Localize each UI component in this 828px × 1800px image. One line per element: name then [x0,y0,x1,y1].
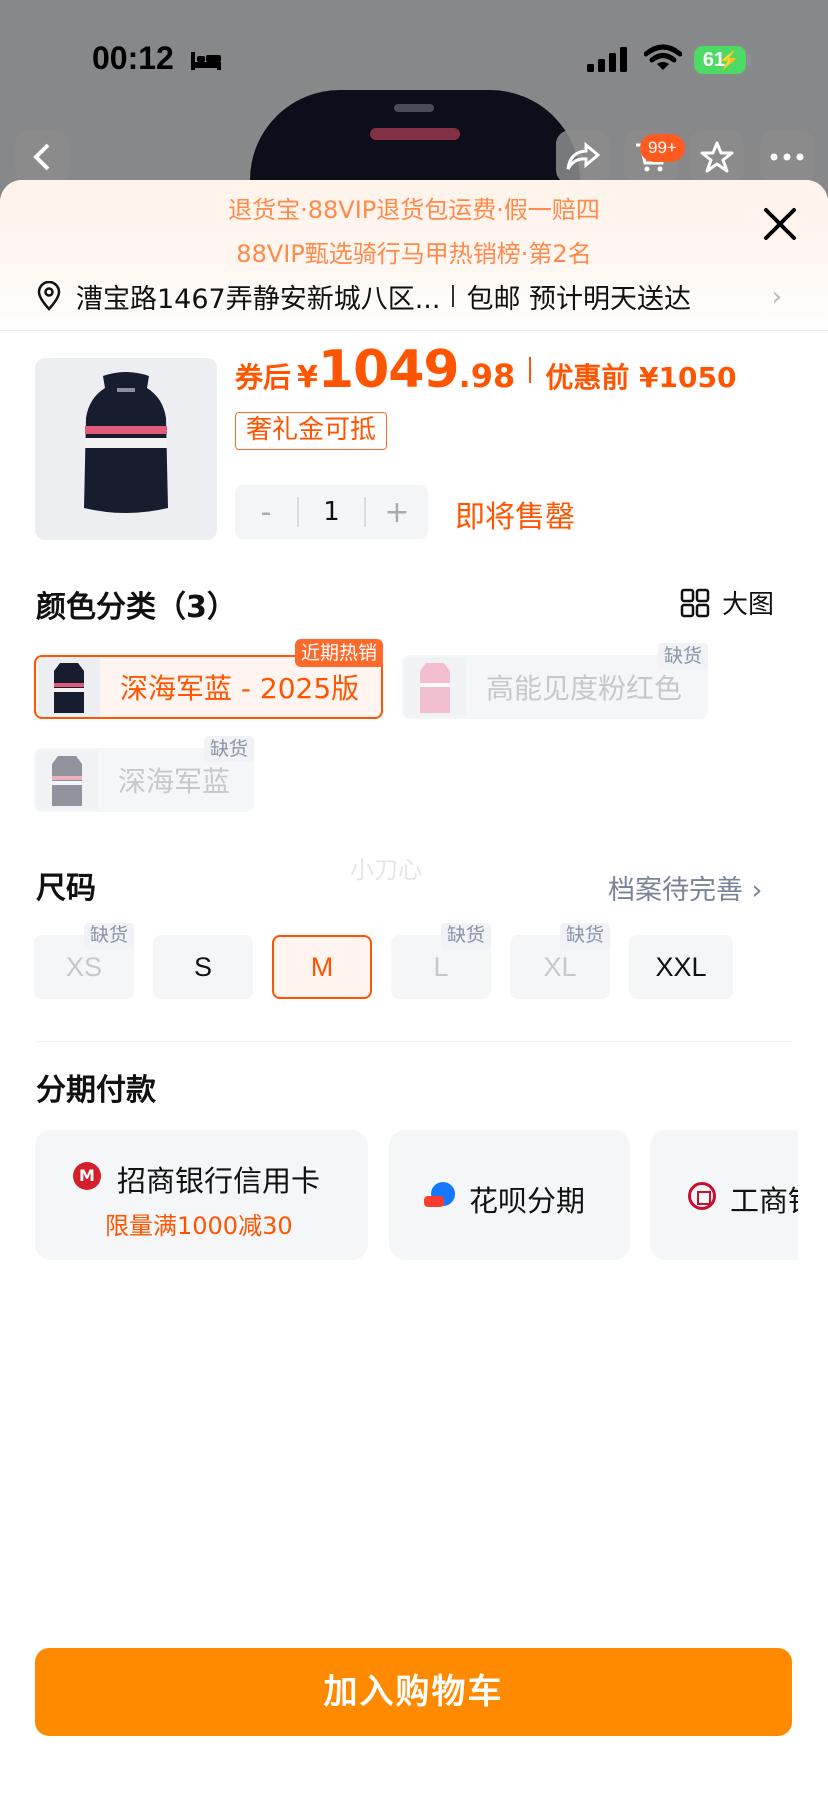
divider [36,1041,792,1042]
price-row: 券后 ¥ 1049 .98 优惠前 ¥1050 [235,340,736,400]
chevron-left-icon [33,143,50,171]
size-option-l[interactable]: L 缺货 [391,923,491,999]
address-separator [452,285,455,307]
color-option[interactable]: 深海军蓝 - 2025版 近期热销 [34,639,383,719]
color-option-thumbnail [404,657,466,717]
ranking-promo-text[interactable]: 88VIP甄选骑行马甲热销榜·第2名 [0,234,828,269]
star-icon [700,141,734,173]
size-option-xxl[interactable]: XXL [629,935,733,999]
delivery-address: 漕宝路1467弄静安新城八区... [76,283,441,315]
battery-tail [747,54,751,66]
size-option-m[interactable]: M [272,935,372,999]
coupon-tag[interactable]: 奢礼金可抵 [235,412,388,450]
price-currency: ¥ [297,360,318,395]
big-image-label: 大图 [722,590,775,620]
installment-option-name: 招商银行信用卡 [117,1164,321,1198]
vest-image [84,372,168,513]
size-section-title: 尺码 [36,871,96,906]
size-option-xs[interactable]: XS 缺货 [34,923,134,999]
price-integer: 1049 [317,340,460,400]
size-label: M [310,952,334,982]
wifi-icon [644,44,682,70]
grid-view-icon [680,588,710,617]
size-label: L [433,952,449,982]
favorite-button[interactable] [690,130,744,184]
location-pin-icon [37,281,61,311]
battery-icon: 61 ⚡ [694,46,746,74]
price-before-discount: 优惠前 ¥1050 [545,361,737,394]
installment-section-title: 分期付款 [36,1073,156,1108]
more-icon [770,153,804,161]
sleep-focus-icon [191,52,221,70]
increase-quantity-button[interactable]: + [366,495,428,530]
cmb-bank-icon: M [73,1162,101,1190]
installment-option-name: 工商银行 [730,1184,798,1218]
big-image-toggle[interactable]: 大图 [680,584,774,621]
out-of-stock-badge: 缺货 [203,736,254,762]
installment-option-icbc[interactable]: 工商银行 [650,1130,798,1260]
selected-product-thumbnail[interactable] [35,358,217,540]
close-icon[interactable] [760,204,800,244]
huabei-icon [424,1182,455,1207]
service-promo-text[interactable]: 退货宝·88VIP退货包运费·假一赔四 [0,190,828,225]
delivery-address-row[interactable]: 漕宝路1467弄静安新城八区... 包邮 预计明天送达 › [36,274,796,318]
size-option-s[interactable]: S [153,935,253,999]
installment-option-offer: 限量满1000减30 [105,1212,293,1240]
cart-count-badge: 99+ [640,134,685,162]
decrease-quantity-button[interactable]: - [235,495,297,530]
color-option-label: 高能见度粉红色 [486,672,683,705]
size-option-xl[interactable]: XL 缺货 [510,923,610,999]
installment-option-huabei[interactable]: 花呗分期 [389,1130,630,1260]
watermark: 小刀心 [350,856,422,884]
out-of-stock-badge: 缺货 [440,923,491,949]
more-button[interactable] [760,130,814,184]
color-option[interactable]: 深海军蓝 缺货 [34,736,254,812]
add-to-cart-button[interactable]: 加入购物车 [35,1648,792,1736]
icbc-bank-icon [688,1182,716,1210]
color-option[interactable]: 高能见度粉红色 缺货 [402,643,708,719]
chevron-right-icon: › [751,875,763,906]
color-option-label: 深海军蓝 - 2025版 [120,672,360,705]
cellular-signal-icon [587,47,627,72]
installment-option-name: 花呗分期 [469,1184,586,1218]
out-of-stock-badge: 缺货 [559,923,610,949]
hot-sale-badge: 近期热销 [294,639,383,667]
charging-bolt-icon: ⚡ [717,50,740,70]
installment-option-cmb[interactable]: M 招商银行信用卡 限量满1000减30 [35,1130,368,1260]
price-block: 券后 ¥ 1049 .98 优惠前 ¥1050 [235,340,736,400]
back-button[interactable] [15,130,69,184]
size-label: XL [543,952,577,982]
share-icon [566,142,600,170]
size-label: XXL [655,952,707,982]
color-option-label: 深海军蓝 [118,765,231,798]
out-of-stock-badge: 缺货 [657,643,708,669]
divider [0,330,828,331]
size-profile-label: 档案待完善 [608,875,743,906]
color-option-thumbnail [36,750,98,810]
price-label: 券后 [235,361,292,394]
shipping-info: 包邮 预计明天送达 [466,283,692,315]
chevron-right-icon: › [771,282,782,312]
size-label: S [193,952,212,982]
color-option-thumbnail [38,657,100,717]
stock-note: 即将售罄 [455,500,575,535]
color-section-title: 颜色分类（3） [36,590,237,625]
size-profile-link[interactable]: 档案待完善 › [608,868,762,907]
quantity-value[interactable]: 1 [297,497,366,527]
share-button[interactable] [556,130,610,184]
sku-selection-sheet: 退货宝·88VIP退货包运费·假一赔四 88VIP甄选骑行马甲热销榜·第2名 漕… [0,180,828,1800]
size-label: XS [65,952,103,982]
out-of-stock-badge: 缺货 [83,923,134,949]
sheet-header: 退货宝·88VIP退货包运费·假一赔四 88VIP甄选骑行马甲热销榜·第2名 漕… [0,180,828,330]
price-decimal: .98 [458,357,516,395]
quantity-stepper: - 1 + [235,485,428,539]
price-separator [529,357,532,383]
installment-options-scroller[interactable]: M 招商银行信用卡 限量满1000减30 花呗分期 工商银行 [0,1130,798,1260]
status-bar: 00:12 61 ⚡ [0,0,828,120]
status-time: 00:12 [92,40,174,76]
